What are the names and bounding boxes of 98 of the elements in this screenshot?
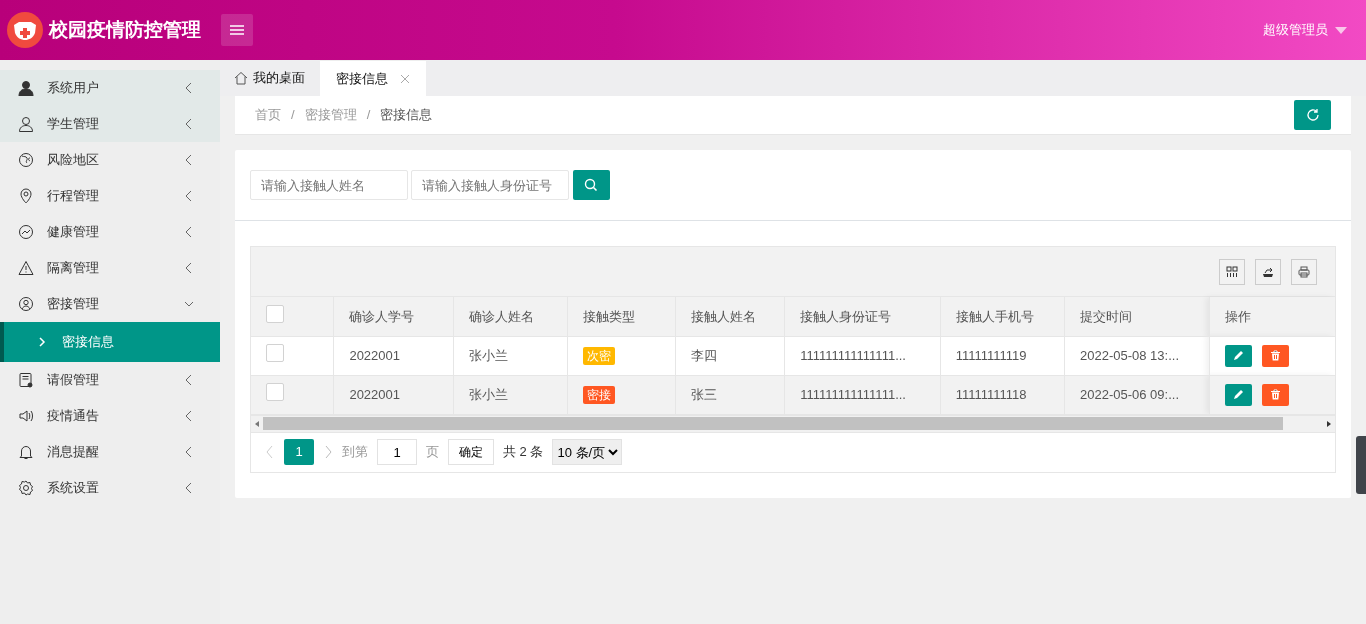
edit-button[interactable] [1225, 344, 1253, 367]
search-button[interactable] [572, 170, 610, 200]
print-button[interactable] [1291, 258, 1317, 285]
sidebar-item[interactable]: 系统设置 [0, 470, 220, 506]
document-icon [18, 372, 34, 388]
sidebar-item[interactable]: 行程管理 [0, 178, 220, 214]
home-icon [234, 71, 248, 85]
location-pin-icon [18, 188, 34, 204]
table-cell: 2022001 [349, 347, 401, 363]
chevron-left-icon [184, 118, 194, 130]
globe-icon [18, 152, 34, 168]
page-number-field[interactable]: 1 [377, 439, 417, 465]
tab[interactable]: 我的桌面 [234, 60, 320, 96]
contact-type-tag: 密接 [582, 385, 615, 404]
table-cell: 2022001 [349, 386, 401, 402]
table-cell: 李四 [691, 347, 718, 363]
speaker-icon [18, 408, 34, 424]
chevron-left-icon [184, 190, 194, 202]
column-header: 操作 [1225, 308, 1252, 324]
sidebar-item[interactable]: 疫情通告 [0, 398, 220, 434]
pencil-icon [1233, 389, 1245, 400]
goto-label: 到第 [342, 443, 368, 462]
contact-type-tag: 次密 [582, 346, 615, 365]
sidebar-item[interactable]: 系统用户 [0, 70, 220, 106]
chevron-left-icon [184, 262, 194, 274]
delete-button[interactable] [1262, 383, 1290, 406]
settings-icon [18, 480, 34, 496]
page-size-select[interactable]: 10 条/页 [552, 439, 623, 465]
checkbox[interactable] [266, 382, 284, 401]
chevron-left-icon [184, 226, 194, 238]
chevron-left-icon [184, 410, 194, 422]
person-outline-icon [18, 116, 34, 132]
page-unit-label: 页 [426, 443, 439, 462]
refresh-icon [1305, 108, 1320, 122]
table-cell: 111111111111111... [800, 386, 906, 402]
checkbox[interactable] [266, 304, 284, 323]
logo-icon [6, 12, 43, 48]
total-count: 共 2 条 [503, 443, 544, 462]
sidebar-item[interactable]: 学生管理 [0, 106, 220, 142]
export-icon [1262, 265, 1274, 278]
column-header: 接触人手机号 [955, 308, 1034, 324]
table-cell: 张小兰 [468, 386, 508, 402]
pencil-icon [1233, 350, 1245, 361]
chevron-left-icon [184, 374, 194, 386]
column-header: 接触类型 [582, 308, 635, 324]
table-cell: 2022-05-08 13:... [1080, 347, 1179, 363]
chevron-left-icon [184, 446, 194, 458]
column-header: 确诊人学号 [349, 308, 415, 324]
sidebar-item[interactable]: 健康管理 [0, 214, 220, 250]
sidebar-item[interactable]: 密接管理 [0, 286, 220, 322]
search-icon [584, 178, 598, 192]
trash-icon [1270, 389, 1282, 400]
next-page-icon[interactable] [323, 445, 333, 459]
sidebar-item[interactable]: 风险地区 [0, 142, 220, 178]
user-circle-icon [18, 296, 34, 312]
person-icon [18, 80, 34, 96]
sidebar-subitem[interactable]: 密接信息 [0, 322, 220, 362]
table-cell: 2022-05-06 09:... [1080, 386, 1179, 402]
bell-icon [18, 444, 34, 460]
column-header: 提交时间 [1080, 308, 1132, 324]
app-title: 校园疫情防控管理 [49, 17, 201, 42]
sidebar-item[interactable]: 隔离管理 [0, 250, 220, 286]
menu-button[interactable] [220, 14, 253, 46]
dropdown-caret-icon [1334, 26, 1347, 34]
column-header: 确诊人姓名 [468, 308, 534, 324]
printer-icon [1298, 265, 1310, 278]
table-cell: 11111111119 [955, 347, 1027, 363]
chevron-right-icon [38, 337, 46, 347]
column-header: 接触人姓名 [691, 308, 757, 324]
edit-button[interactable] [1225, 383, 1253, 406]
warning-icon [18, 260, 34, 276]
export-button[interactable] [1255, 258, 1281, 285]
columns-filter-button[interactable] [1219, 258, 1245, 285]
sidebar-item[interactable]: 请假管理 [0, 362, 220, 398]
column-header: 接触人身份证号 [800, 308, 892, 324]
refresh-button[interactable] [1294, 100, 1331, 130]
chevron-left-icon [184, 482, 194, 494]
table-cell: 张小兰 [468, 347, 508, 363]
grid-icon [1226, 265, 1238, 278]
trash-icon [1270, 350, 1282, 361]
confirm-button[interactable]: 确定 [448, 439, 494, 465]
chevron-left-icon [184, 82, 194, 94]
close-icon[interactable] [400, 73, 410, 84]
menu-icon [229, 25, 244, 35]
search-field[interactable]: 请输入接触人姓名 [250, 170, 408, 200]
table-cell: 11111111118 [955, 386, 1027, 402]
search-field[interactable]: 请输入接触人身份证号 [411, 170, 570, 200]
table-cell: 张三 [691, 386, 718, 402]
checkbox[interactable] [266, 343, 284, 362]
breadcrumb-separator: / [291, 106, 295, 125]
table-cell: 111111111111111... [800, 347, 906, 363]
delete-button[interactable] [1262, 344, 1290, 367]
sidebar-item[interactable]: 消息提醒 [0, 434, 220, 470]
breadcrumb-separator: / [366, 106, 371, 125]
page-button[interactable]: 1 [284, 439, 314, 465]
chevron-left-icon [184, 154, 194, 166]
side-handle[interactable] [1356, 436, 1366, 494]
tab[interactable]: 密接信息 [320, 60, 426, 96]
